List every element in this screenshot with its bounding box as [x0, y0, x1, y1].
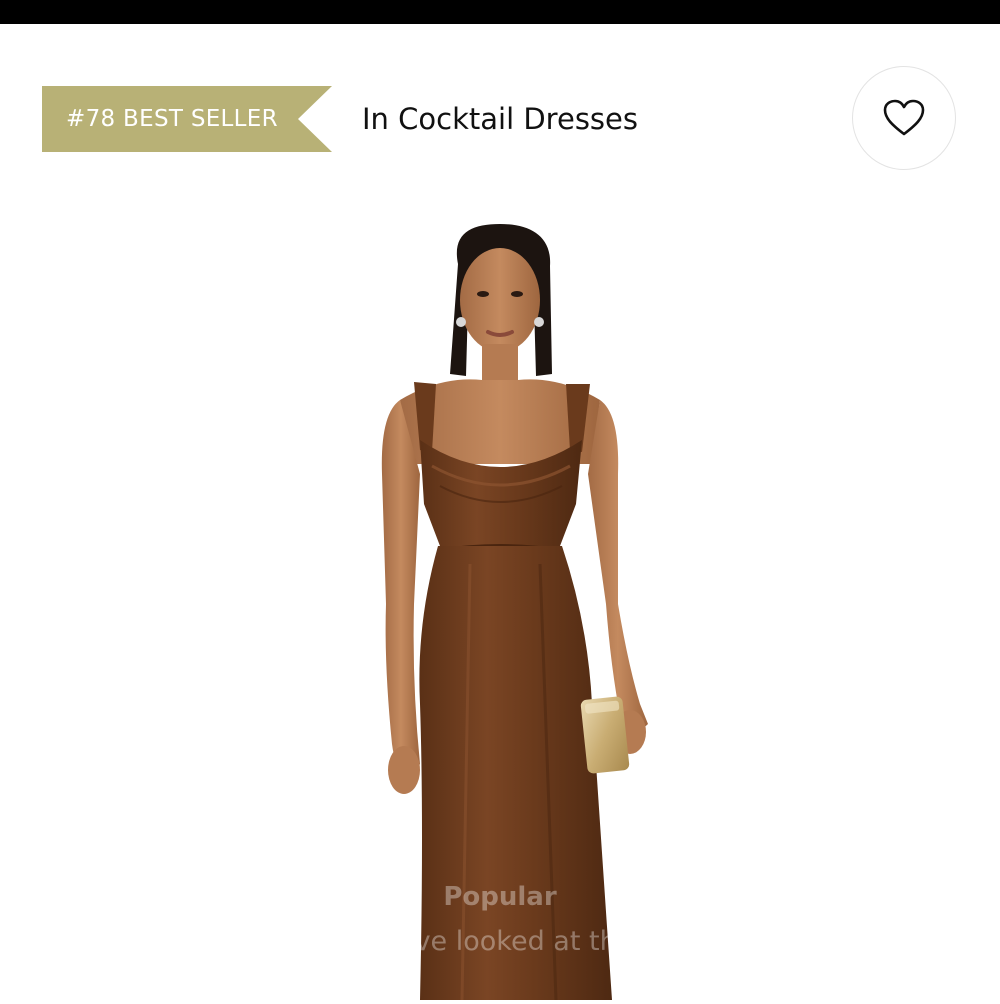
status-bar — [0, 0, 1000, 24]
header: #78 BEST SELLER In Cocktail Dresses — [0, 24, 1000, 204]
popularity-title: Popular — [443, 882, 557, 912]
best-seller-badge: #78 BEST SELLER — [42, 86, 332, 152]
heart-outline-icon — [883, 99, 925, 136]
product-image[interactable]: Popular 28 others have looked at this re… — [0, 204, 1000, 1001]
best-seller-label: #78 BEST SELLER — [66, 106, 278, 132]
category-label[interactable]: In Cocktail Dresses — [362, 96, 638, 142]
favorite-button[interactable] — [852, 66, 956, 170]
popularity-message: 28 others have looked at this recently — [243, 926, 757, 957]
model-dress-illustration — [381, 224, 648, 1001]
